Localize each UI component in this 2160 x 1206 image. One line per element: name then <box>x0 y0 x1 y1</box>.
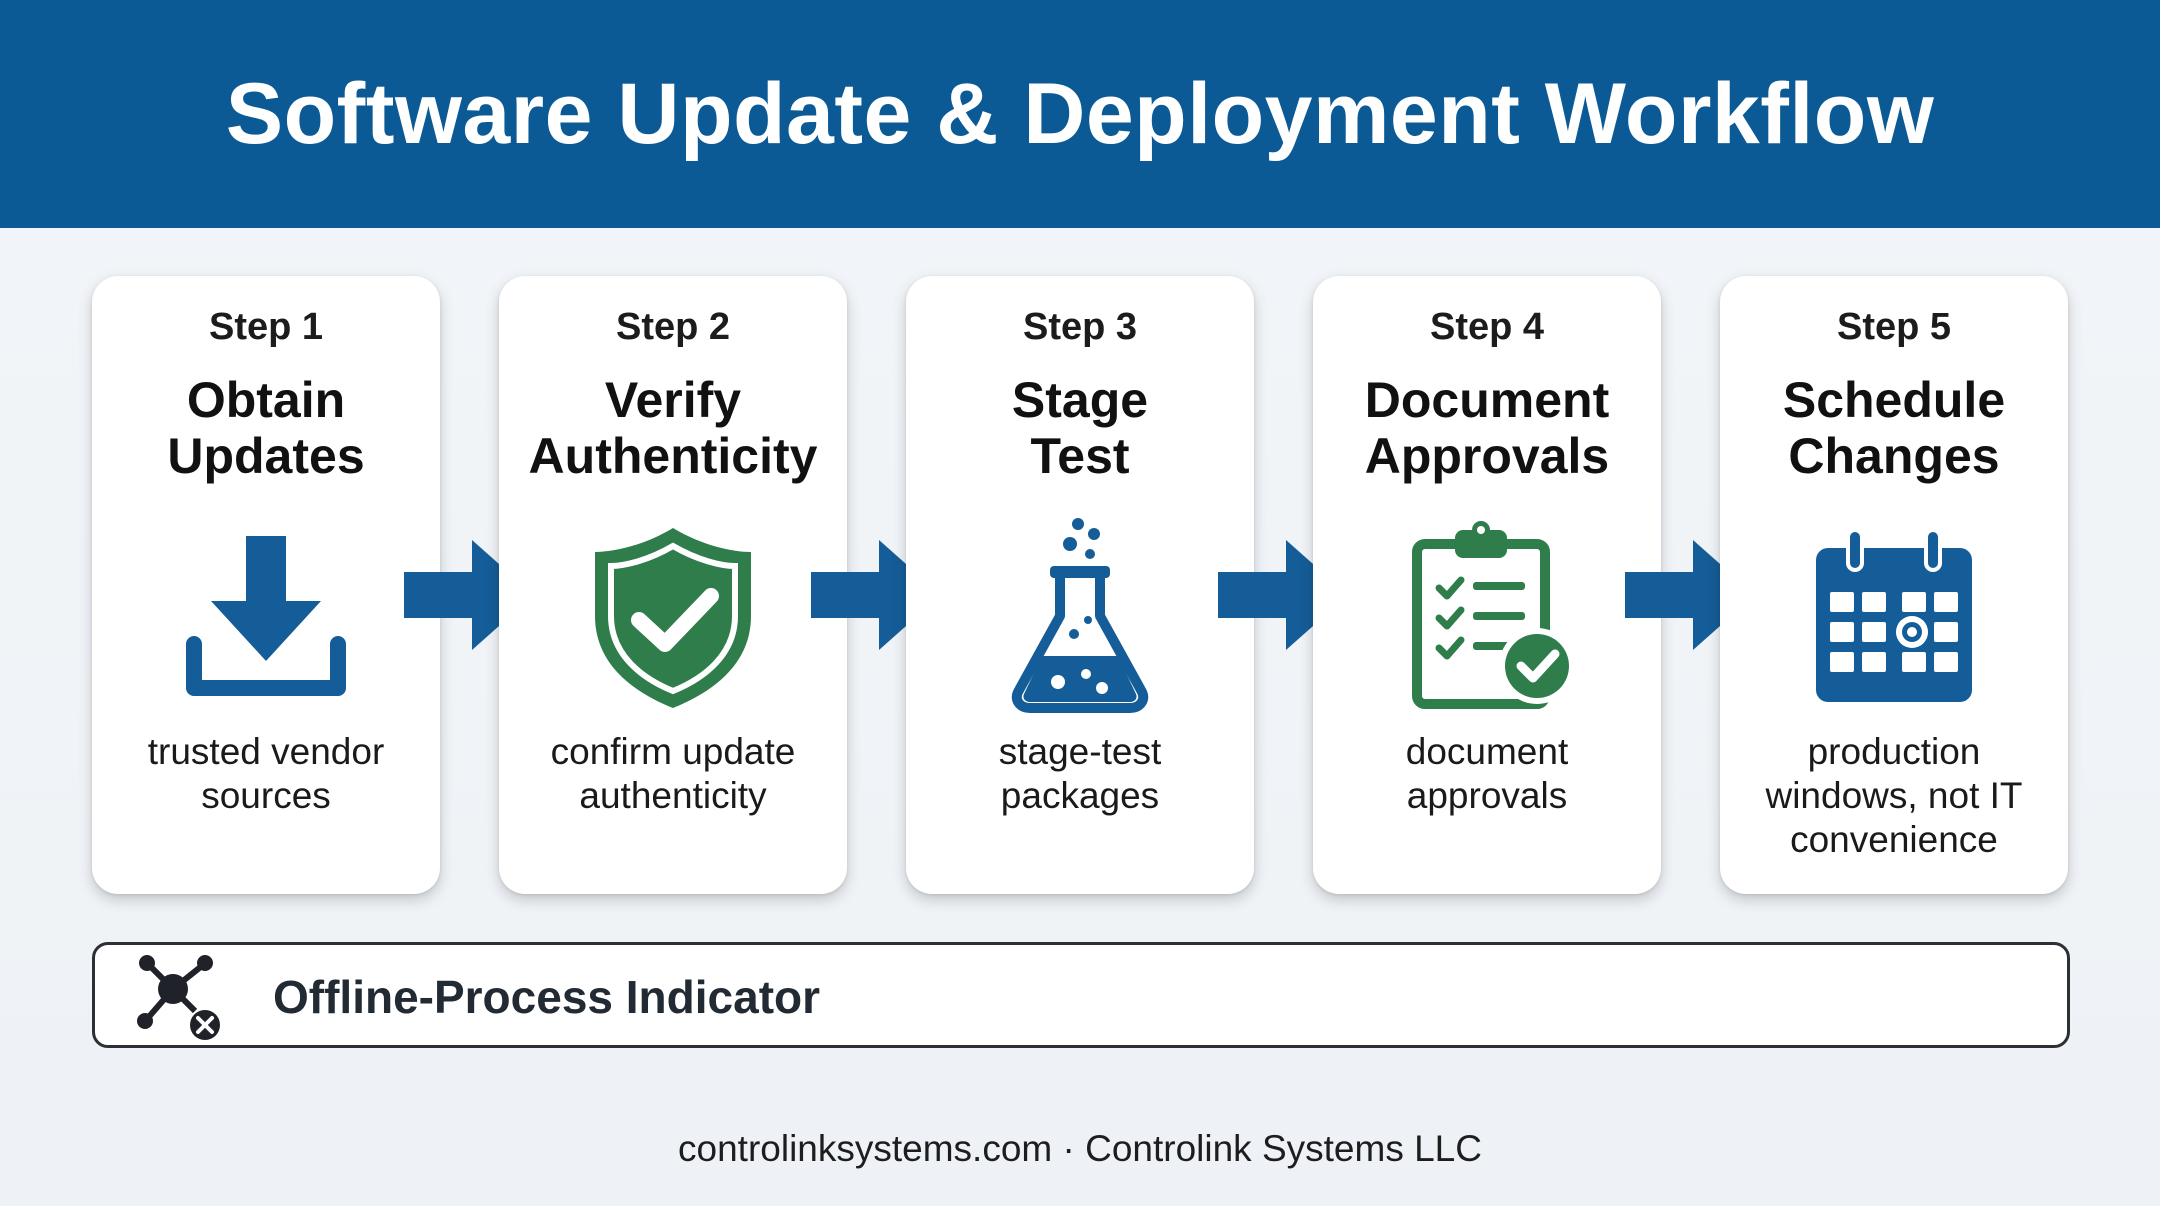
step-description: production windows, not IT convenience <box>1765 731 2023 860</box>
clipboard-check-icon <box>1387 516 1587 716</box>
step-card-5: Step 5 Schedule Changes production windo… <box>1720 276 2068 894</box>
step-title: Obtain Updates <box>167 372 365 484</box>
step-label: Step 1 <box>208 306 324 348</box>
step-description: trusted vendor sources <box>147 731 385 816</box>
step-title: Stage Test <box>1011 372 1149 484</box>
step-label: Step 3 <box>1022 306 1138 348</box>
step-label: Step 2 <box>615 306 731 348</box>
step-label: Step 4 <box>1429 306 1545 348</box>
title-banner: Software Update & Deployment Workflow <box>0 0 2160 228</box>
step-card-2: Step 2 Verify Authenticity confirm updat… <box>499 276 847 894</box>
shield-check-icon <box>573 516 773 716</box>
step-card-4: Step 4 Document Approvals document appro… <box>1313 276 1661 894</box>
download-icon <box>166 516 366 716</box>
step-card-3: Step 3 Stage Test stage-test packages <box>906 276 1254 894</box>
calendar-icon <box>1794 516 1994 716</box>
step-description: confirm update authenticity <box>550 731 796 816</box>
step-label: Step 5 <box>1836 306 1952 348</box>
step-description: stage-test packages <box>998 731 1162 816</box>
step-card-1: Step 1 Obtain Updates trusted vendor sou… <box>92 276 440 894</box>
step-title: Schedule Changes <box>1782 372 2006 484</box>
page-title: Software Update & Deployment Workflow <box>225 65 1935 162</box>
workflow-page: Software Update & Deployment Workflow St… <box>0 0 2160 1206</box>
flask-icon <box>980 516 1180 716</box>
indicator-label: Offline-Process Indicator <box>273 971 821 1023</box>
footer-text: controlinksystems.com · Controlink Syste… <box>678 1128 1482 1169</box>
network-offline-icon <box>133 949 229 1045</box>
step-description: document approvals <box>1405 731 1569 816</box>
offline-process-indicator: Offline-Process Indicator <box>92 942 2070 1048</box>
step-title: Document Approvals <box>1364 372 1610 484</box>
step-title: Verify Authenticity <box>528 372 818 484</box>
